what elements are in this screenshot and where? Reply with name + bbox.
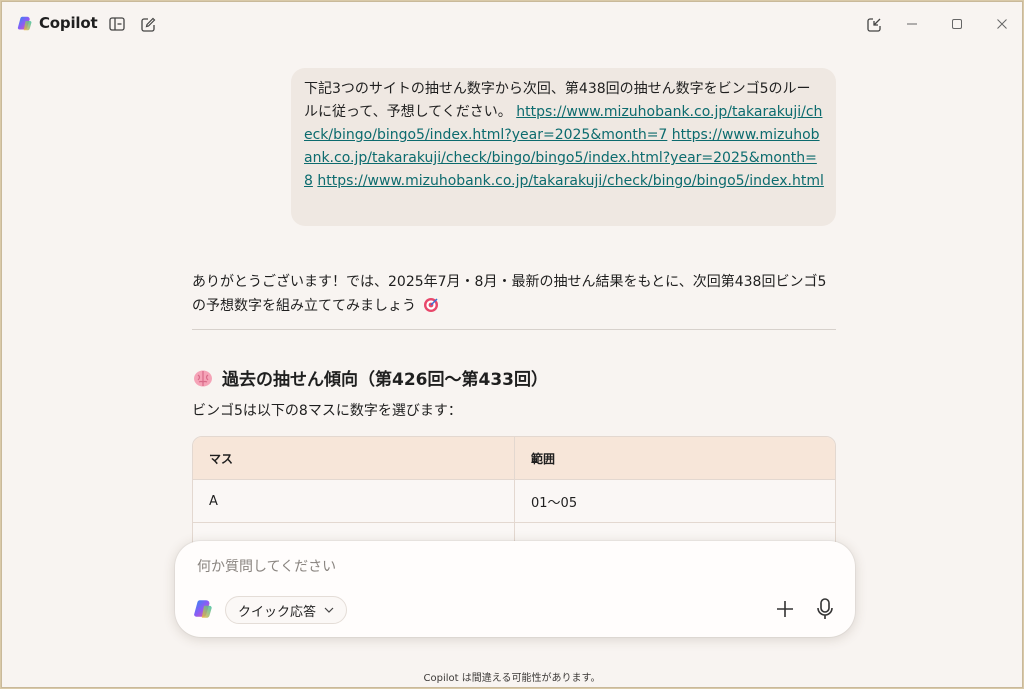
compose-icon — [140, 17, 155, 32]
popout-button[interactable] — [865, 15, 883, 33]
divider — [192, 329, 836, 330]
close-button[interactable] — [993, 15, 1011, 33]
sidebar-toggle-button[interactable] — [108, 15, 126, 33]
target-icon — [424, 298, 439, 312]
microphone-button[interactable] — [815, 597, 835, 621]
popout-icon — [866, 17, 881, 32]
user-message-bubble: 下記3つのサイトの抽せん数字から次回、第438回の抽せん数字をビンゴ5のルールに… — [291, 68, 836, 226]
app-logo: Copilot — [17, 14, 98, 32]
section-heading-text: 過去の抽せん傾向（第426回〜第433回） — [222, 370, 548, 390]
table-header-cell: マス — [209, 451, 234, 466]
copilot-logo-icon — [194, 600, 212, 618]
disclaimer-footer: Copilot は間違える可能性があります。 — [423, 673, 601, 684]
table-header-row: マス 範囲 — [193, 437, 835, 480]
maximize-icon — [952, 19, 962, 29]
table-header-cell: 範囲 — [514, 437, 835, 479]
maximize-button[interactable] — [948, 15, 966, 33]
copilot-logo-icon — [17, 16, 32, 30]
minimize-button[interactable] — [903, 15, 921, 33]
brain-icon — [194, 370, 212, 386]
section-intro: ビンゴ5は以下の8マスに数字を選びます： — [192, 403, 462, 419]
chevron-down-icon — [324, 607, 334, 613]
link-latest[interactable]: https://www.mizuhobank.co.jp/takarakuji/… — [317, 173, 824, 189]
message-input[interactable] — [197, 555, 757, 579]
app-title: Copilot — [39, 14, 98, 32]
add-attachment-button[interactable] — [775, 599, 795, 619]
table-cell: A — [209, 493, 218, 509]
copilot-window: Copilot 下記3つのサイトの抽せん数字から次回、第438回の抽せん数字をビ… — [1, 1, 1023, 688]
response-mode-dropdown[interactable]: クイック応答 — [225, 596, 348, 624]
close-icon — [997, 19, 1007, 29]
table-cell: 01〜05 — [514, 480, 835, 522]
new-chat-button[interactable] — [139, 15, 157, 33]
response-mode-label: クイック応答 — [238, 604, 317, 620]
assistant-reply: ありがとうございます！では、2025年7月・8月・最新の抽せん結果をもとに、次回… — [192, 270, 837, 318]
table-row: A 01〜05 — [193, 480, 835, 523]
minimize-icon — [907, 23, 917, 25]
reply-text: ありがとうございます！では、2025年7月・8月・最新の抽せん結果をもとに、次回… — [192, 274, 827, 314]
composer: クイック応答 — [175, 541, 855, 637]
title-bar: Copilot — [2, 2, 1022, 44]
section-heading: 過去の抽せん傾向（第426回〜第433回） — [192, 365, 548, 390]
sidebar-icon — [109, 17, 125, 31]
